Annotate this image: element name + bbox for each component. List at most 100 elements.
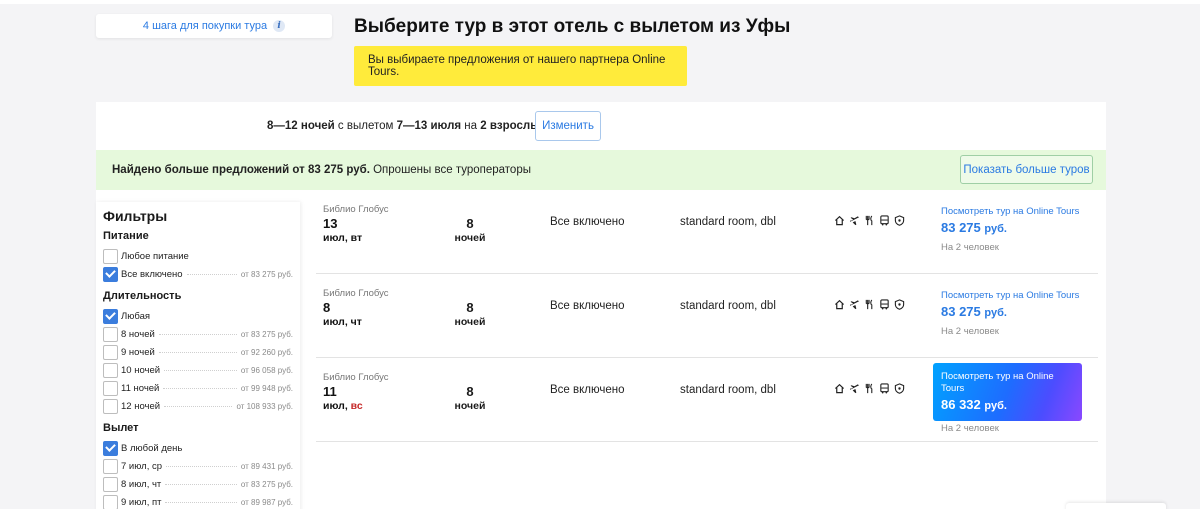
filter-checkbox[interactable]	[103, 266, 118, 282]
tour-row[interactable]: Библио Глобус 11 июл, вс 8 ночей Все включено…	[316, 358, 1098, 442]
tour-operator: Библио Глобус	[323, 288, 389, 299]
filter-checkbox[interactable]	[103, 494, 118, 509]
insurance-shield-icon	[893, 298, 905, 310]
people-count: На 2 человек	[941, 423, 999, 434]
filter-option[interactable]: 12 ночей от 108 933 руб.	[103, 397, 293, 415]
meal-icon	[863, 298, 875, 310]
flight-icon	[848, 298, 860, 310]
departure-day: 11	[323, 384, 337, 399]
filter-option[interactable]: 8 ночей от 83 275 руб.	[103, 325, 293, 343]
filter-checkbox[interactable]	[103, 440, 118, 456]
nights-count: 8	[466, 216, 474, 231]
dot-leader	[163, 387, 237, 389]
tour-price: 83 275 руб.	[941, 220, 1089, 235]
tour-results-list: Библио Глобус 13 июл, вт 8 ночей Все включено…	[316, 190, 1098, 442]
hotel-icon	[833, 382, 845, 394]
filter-option[interactable]: Любое питание	[103, 247, 293, 265]
hotel-icon	[833, 298, 845, 310]
tour-price: 86 332 руб.	[941, 397, 1074, 412]
filter-option-label: В любой день	[121, 442, 183, 454]
filter-option[interactable]: 10 ночей от 96 058 руб.	[103, 361, 293, 379]
room-type: standard room, dbl	[680, 384, 776, 396]
filter-option[interactable]: 11 ночей от 99 948 руб.	[103, 379, 293, 397]
filter-checkbox[interactable]	[103, 326, 118, 342]
filter-checkbox[interactable]	[103, 248, 118, 264]
amenity-icons	[833, 382, 905, 394]
dot-leader	[164, 369, 237, 371]
filter-option[interactable]: 7 июл, ср от 89 431 руб.	[103, 457, 293, 475]
filter-group: Вылет В любой день 7 июл, ср от 89 431 руб.…	[103, 422, 293, 509]
filter-option-price: от 89 987 руб.	[240, 497, 293, 507]
filter-checkbox[interactable]	[103, 458, 118, 474]
partner-notice: Вы выбираете предложения от нашего партн…	[354, 46, 687, 86]
change-search-button[interactable]: Изменить	[535, 111, 601, 141]
dot-leader	[158, 351, 237, 353]
price-value: 83 275	[941, 220, 981, 235]
filter-option-price: от 96 058 руб.	[240, 365, 293, 375]
show-more-tours-button[interactable]: Показать больше туров	[960, 155, 1093, 184]
tour-operator: Библио Глобус	[323, 372, 389, 383]
filter-option-label: 12 ночей	[121, 400, 161, 412]
insurance-shield-icon	[893, 214, 905, 226]
people-count: На 2 человек	[941, 242, 999, 253]
filter-checkbox[interactable]	[103, 380, 118, 396]
price-currency: руб.	[984, 400, 1007, 412]
tour-row[interactable]: Библио Глобус 13 июл, вт 8 ночей Все включено…	[316, 190, 1098, 274]
filter-option[interactable]: 8 июл, чт от 83 275 руб.	[103, 475, 293, 493]
hotel-icon	[833, 214, 845, 226]
filter-option-label: Любое питание	[121, 250, 189, 262]
price-currency: руб.	[984, 307, 1007, 319]
info-icon: i	[273, 20, 286, 32]
tour-price: 83 275 руб.	[941, 304, 1089, 319]
filter-option-label: 9 июл, пт	[121, 496, 162, 508]
filter-checkbox[interactable]	[103, 308, 118, 324]
nights-count: 8	[466, 384, 474, 399]
nights-label: ночей	[454, 316, 486, 328]
filter-option[interactable]: 9 ночей от 92 260 руб.	[103, 343, 293, 361]
bottom-tab[interactable]	[1066, 503, 1166, 509]
filter-checkbox[interactable]	[103, 398, 118, 414]
view-tour-link[interactable]: Посмотреть тур на Online Tours 86 332 руб…	[933, 363, 1082, 421]
purchase-steps-label: 4 шага для покупки тура	[142, 20, 268, 32]
filter-option-label: 9 ночей	[121, 346, 155, 358]
view-tour-link[interactable]: Посмотреть тур на Online Tours 83 275 руб…	[941, 290, 1089, 324]
filter-option[interactable]: Любая	[103, 307, 293, 325]
filter-checkbox[interactable]	[103, 344, 118, 360]
view-tour-label: Посмотреть тур на Online Tours	[941, 371, 1054, 394]
view-tour-link[interactable]: Посмотреть тур на Online Tours 83 275 руб…	[941, 206, 1089, 240]
filter-checkbox[interactable]	[103, 362, 118, 378]
filter-option[interactable]: В любой день	[103, 439, 293, 457]
departure-month: июл, вс	[323, 400, 363, 412]
departure-weekday: чт	[350, 316, 362, 328]
filter-option-label: 8 ночей	[121, 328, 155, 340]
filter-option-price: от 99 948 руб.	[240, 383, 293, 393]
view-tour-label: Посмотреть тур на Online Tours	[941, 206, 1080, 217]
page-title: Выберите тур в этот отель с вылетом из У…	[354, 16, 791, 37]
dot-leader	[186, 273, 237, 275]
amenity-icons	[833, 298, 905, 310]
meal-icon	[863, 214, 875, 226]
transfer-bus-icon	[878, 214, 890, 226]
meal-icon	[863, 382, 875, 394]
departure-day: 8	[323, 300, 331, 315]
people-count: На 2 человек	[941, 326, 999, 337]
dot-leader	[165, 501, 237, 503]
tour-row[interactable]: Библио Глобус 8 июл, чт 8 ночей Все включено s…	[316, 274, 1098, 358]
filter-option-price: от 108 933 руб.	[236, 401, 293, 411]
filter-checkbox[interactable]	[103, 476, 118, 492]
purchase-steps-link[interactable]: 4 шага для покупки тура i	[96, 14, 332, 38]
filter-group-title: Вылет	[103, 422, 139, 434]
price-value: 86 332	[941, 397, 981, 412]
top-band	[0, 0, 1200, 4]
filter-option[interactable]: 9 июл, пт от 89 987 руб.	[103, 493, 293, 509]
room-type: standard room, dbl	[680, 216, 776, 228]
departure-day: 13	[323, 216, 338, 231]
main-panel: 8—12 ночей с вылетом 7—13 июля на 2 взро…	[96, 102, 1106, 509]
tour-operator: Библио Глобус	[323, 204, 389, 215]
filter-option[interactable]: Все включено от 83 275 руб.	[103, 265, 293, 283]
meal-plan: Все включено	[550, 384, 625, 396]
dot-leader	[158, 333, 237, 335]
price-value: 83 275	[941, 304, 981, 319]
filter-option-label: Все включено	[121, 268, 183, 280]
filter-option-price: от 83 275 руб.	[240, 269, 293, 279]
